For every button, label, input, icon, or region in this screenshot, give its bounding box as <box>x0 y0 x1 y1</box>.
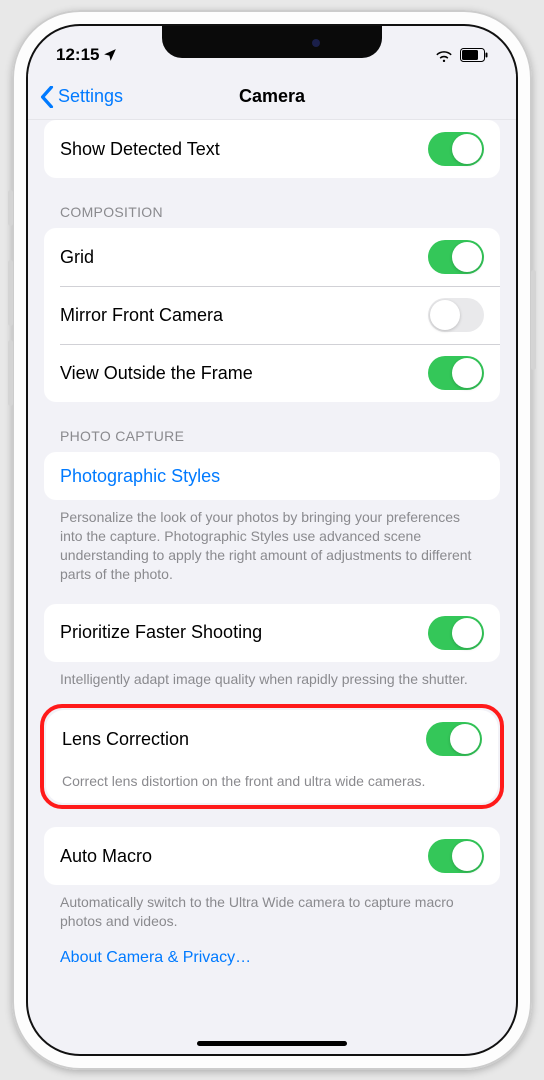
macro-toggle[interactable] <box>428 839 484 873</box>
grid-toggle[interactable] <box>428 240 484 274</box>
chevron-left-icon <box>40 86 54 108</box>
back-label: Settings <box>58 86 123 107</box>
grid-label: Grid <box>60 247 94 268</box>
prioritize-toggle[interactable] <box>428 616 484 650</box>
location-icon <box>103 48 117 62</box>
content: Show Detected Text COMPOSITION Grid Mirr… <box>28 120 516 1054</box>
show-detected-text-toggle[interactable] <box>428 132 484 166</box>
lens-group: Lens Correction Correct lens distortion … <box>46 710 498 803</box>
battery-icon <box>460 48 488 62</box>
home-indicator[interactable] <box>197 1041 347 1046</box>
phone-frame: 12:15 Settings Camera Show Detected Text <box>12 10 532 1070</box>
lens-footer: Correct lens distortion on the front and… <box>46 768 498 803</box>
privacy-link-row[interactable]: About Camera & Privacy… <box>28 931 516 985</box>
macro-label: Auto Macro <box>60 846 152 867</box>
view-outside-toggle[interactable] <box>428 356 484 390</box>
photo-capture-header: PHOTO CAPTURE <box>28 402 516 452</box>
macro-footer: Automatically switch to the Ultra Wide c… <box>28 885 516 931</box>
macro-group: Auto Macro <box>44 827 500 885</box>
back-button[interactable]: Settings <box>40 86 123 108</box>
show-detected-text-row[interactable]: Show Detected Text <box>44 120 500 178</box>
lens-toggle[interactable] <box>426 722 482 756</box>
status-time: 12:15 <box>56 45 99 65</box>
view-outside-label: View Outside the Frame <box>60 363 253 384</box>
mirror-toggle[interactable] <box>428 298 484 332</box>
nav-title: Camera <box>239 86 305 107</box>
prioritize-label: Prioritize Faster Shooting <box>60 622 262 643</box>
photographic-styles-footer: Personalize the look of your photos by b… <box>28 500 516 584</box>
photographic-styles-group: Photographic Styles <box>44 452 500 500</box>
photographic-styles-label: Photographic Styles <box>60 466 220 487</box>
wifi-icon <box>434 48 454 62</box>
nav-bar: Settings Camera <box>28 74 516 120</box>
lens-label: Lens Correction <box>62 729 189 750</box>
lens-row[interactable]: Lens Correction <box>46 710 498 768</box>
notch <box>162 26 382 58</box>
mirror-row[interactable]: Mirror Front Camera <box>44 286 500 344</box>
screen: 12:15 Settings Camera Show Detected Text <box>26 24 518 1056</box>
grid-row[interactable]: Grid <box>44 228 500 286</box>
photographic-styles-row[interactable]: Photographic Styles <box>44 452 500 500</box>
privacy-link: About Camera & Privacy… <box>60 949 251 966</box>
lens-correction-highlight: Lens Correction Correct lens distortion … <box>40 704 504 809</box>
mirror-label: Mirror Front Camera <box>60 305 223 326</box>
composition-header: COMPOSITION <box>28 178 516 228</box>
prioritize-group: Prioritize Faster Shooting <box>44 604 500 662</box>
prioritize-footer: Intelligently adapt image quality when r… <box>28 662 516 689</box>
top-group: Show Detected Text <box>44 120 500 178</box>
macro-row[interactable]: Auto Macro <box>44 827 500 885</box>
view-outside-row[interactable]: View Outside the Frame <box>44 344 500 402</box>
prioritize-row[interactable]: Prioritize Faster Shooting <box>44 604 500 662</box>
composition-group: Grid Mirror Front Camera View Outside th… <box>44 228 500 402</box>
show-detected-text-label: Show Detected Text <box>60 139 220 160</box>
